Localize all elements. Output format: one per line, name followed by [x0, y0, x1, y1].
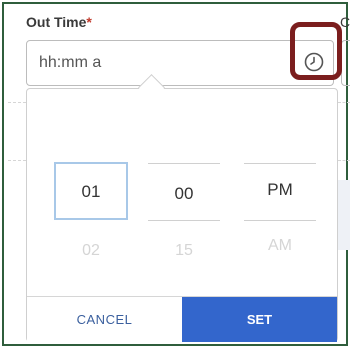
- set-button[interactable]: SET: [182, 297, 337, 342]
- minute-bottom-line: [148, 220, 220, 221]
- background-divider: [8, 102, 26, 103]
- hour-next[interactable]: 02: [54, 242, 128, 260]
- clock-button-highlight: [290, 22, 342, 80]
- hour-selected[interactable]: 01: [54, 182, 128, 202]
- background-panel: [338, 180, 350, 250]
- minute-top-line: [148, 163, 220, 164]
- next-field-label: C: [340, 14, 350, 30]
- background-divider: [338, 102, 350, 103]
- out-time-label-text: Out Time: [26, 14, 87, 30]
- background-divider: [8, 160, 26, 161]
- period-top-line: [244, 163, 316, 164]
- minute-selected[interactable]: 00: [148, 184, 220, 204]
- required-asterisk: *: [86, 14, 92, 30]
- out-time-placeholder: hh:mm a: [39, 54, 102, 71]
- period-next[interactable]: AM: [244, 237, 316, 255]
- minute-next[interactable]: 15: [148, 242, 220, 260]
- out-time-input[interactable]: hh:mm a: [26, 40, 334, 86]
- out-time-label: Out Time*: [26, 14, 92, 30]
- cancel-button[interactable]: CANCEL: [27, 297, 182, 342]
- period-bottom-line: [244, 220, 316, 221]
- period-selected[interactable]: PM: [244, 180, 316, 200]
- picker-footer: CANCEL SET: [27, 296, 337, 342]
- next-field-input[interactable]: [341, 40, 350, 86]
- background-divider: [338, 160, 350, 161]
